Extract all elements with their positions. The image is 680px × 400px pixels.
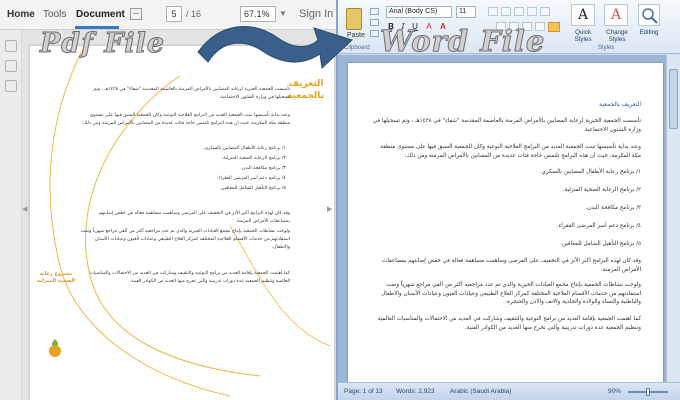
format-painter-icon[interactable]: [370, 30, 379, 37]
pdf-paragraph: وقد كان لهذه البرامج أكبر الأثر في التخف…: [98, 211, 290, 224]
word-list-item: ٤/ برنامج دعم أسر المرضى الفقراء.: [556, 223, 641, 229]
change-styles-button[interactable]: Change Styles: [600, 29, 634, 43]
pdf-list-item: ١/ برنامج رعاية الأطفال المصابين بالسكري…: [202, 146, 286, 151]
pdf-file-label: Pdf File: [39, 28, 166, 60]
pdf-list-item: ٢/ برنامج الرعاية الصحية المنزلية.: [221, 156, 286, 161]
font-name-select[interactable]: Arial (Body CS): [386, 6, 452, 18]
indent-icon[interactable]: [514, 7, 524, 16]
sort-icon[interactable]: [527, 7, 537, 16]
document-area[interactable]: التعريف بالجمعية تأسست الجمعية الخيرية ل…: [338, 55, 668, 393]
status-language[interactable]: Arabic (Saudi Arabia): [450, 388, 511, 395]
pdf-side-rail: [0, 30, 22, 400]
vertical-scrollbar[interactable]: [666, 55, 680, 382]
word-list-item: ٢/ برنامج الرعاية الصحية المنزلية.: [562, 187, 641, 193]
font-size-select[interactable]: 11: [456, 6, 476, 18]
editing-button[interactable]: Editing: [634, 29, 664, 36]
bookmark-icon[interactable]: [5, 80, 17, 92]
pdf-intro: تأسست الجمعية الخيرية لرعاية المصابين با…: [93, 87, 290, 100]
zoom-level[interactable]: 90%: [608, 388, 621, 395]
status-words[interactable]: Words: 2,923: [396, 388, 435, 395]
cut-icon[interactable]: [370, 8, 379, 15]
page-number-input[interactable]: 5: [166, 6, 182, 22]
attachment-icon[interactable]: [5, 60, 17, 72]
expand-right-icon[interactable]: ▶: [327, 205, 332, 213]
word-list-item: ٣/ برنامج مكافحة البدن.: [585, 205, 641, 211]
pdf-section-heading: التعريف بالجمعية: [287, 79, 324, 101]
pdf-list-item: ٤/ برنامج دعم أسر المرضى الفقراء.: [216, 176, 286, 181]
pdf-paragraph: ولوجت نشاطات الجمعية بإنتاج مجمع العيادا…: [80, 229, 290, 250]
tab-home[interactable]: Home: [7, 9, 35, 20]
word-section-heading: التعريف بالجمعية: [599, 101, 641, 108]
word-list-item: ١/ برنامج رعاية الأطفال المصابين بالسكري…: [539, 169, 641, 175]
copy-icon[interactable]: [370, 19, 379, 26]
pages-icon[interactable]: [5, 40, 17, 52]
show-marks-icon[interactable]: [540, 7, 550, 16]
bullets-icon[interactable]: [488, 7, 498, 16]
word-paragraph: ولوجت نشاطات الجمعية بإنتاج مجمع العيادا…: [381, 282, 641, 305]
word-intro: تأسست الجمعية الخيرية لرعاية المصابين با…: [372, 118, 641, 133]
pdf-list-item: ٥/ برنامج التأهيل الشامل للمعاقين.: [219, 186, 286, 191]
styles-group-label: Styles: [598, 45, 615, 51]
change-styles-icon[interactable]: A: [604, 4, 628, 26]
tab-tools[interactable]: Tools: [43, 9, 66, 20]
align-right-icon[interactable]: [548, 22, 560, 32]
collapse-left-icon[interactable]: ◀: [22, 205, 27, 213]
pdf-logo-text: مشروع رعاية الصحية المنزلية: [37, 271, 75, 284]
word-window: Paste Clipboard Arial (Body CS) 11 B I U…: [336, 0, 680, 400]
pdf-page: التعريف بالجمعية تأسست الجمعية الخيرية ل…: [30, 46, 334, 400]
pdf-paragraph: وعند بداية تأسيسها تبنت الجمعية العديد م…: [82, 113, 290, 126]
word-paragraph: وقد كان لهذه البرامج أكبر الأثر في التخف…: [382, 258, 641, 273]
word-list-item: ٥/ برنامج التأهيل الشامل للمعاقين.: [560, 241, 641, 247]
pdf-logo-mark: [49, 345, 61, 357]
find-icon[interactable]: [638, 4, 660, 26]
numbering-icon[interactable]: [501, 7, 511, 16]
quick-styles-button[interactable]: Quick Styles: [566, 29, 600, 43]
save-icon[interactable]: [130, 8, 142, 20]
word-page[interactable]: التعريف بالجمعية تأسست الجمعية الخيرية ل…: [348, 63, 663, 393]
zoom-slider-knob[interactable]: [646, 388, 650, 396]
status-page[interactable]: Page: 1 of 13: [344, 388, 383, 395]
scrollbar-thumb[interactable]: [669, 69, 678, 129]
pdf-paragraph: كما اهتمت الجمعية بإقامة العديد من برامج…: [89, 271, 290, 284]
word-file-label: Word File: [379, 24, 546, 59]
convert-arrow-icon: [197, 26, 353, 70]
word-status-bar: Page: 1 of 13 Words: 2,923 Arabic (Saudi…: [338, 382, 680, 400]
pdf-list-item: ٣/ برنامج مكافحة البدن.: [240, 166, 286, 171]
tab-document[interactable]: Document: [76, 9, 125, 20]
quick-styles-icon[interactable]: A: [571, 4, 595, 26]
word-paragraph: كما اهتمت الجمعية بإقامة العديد من برامج…: [377, 316, 641, 331]
word-paragraph: وعند بداية تأسيسها تبنت الجمعية العديد م…: [380, 144, 641, 159]
